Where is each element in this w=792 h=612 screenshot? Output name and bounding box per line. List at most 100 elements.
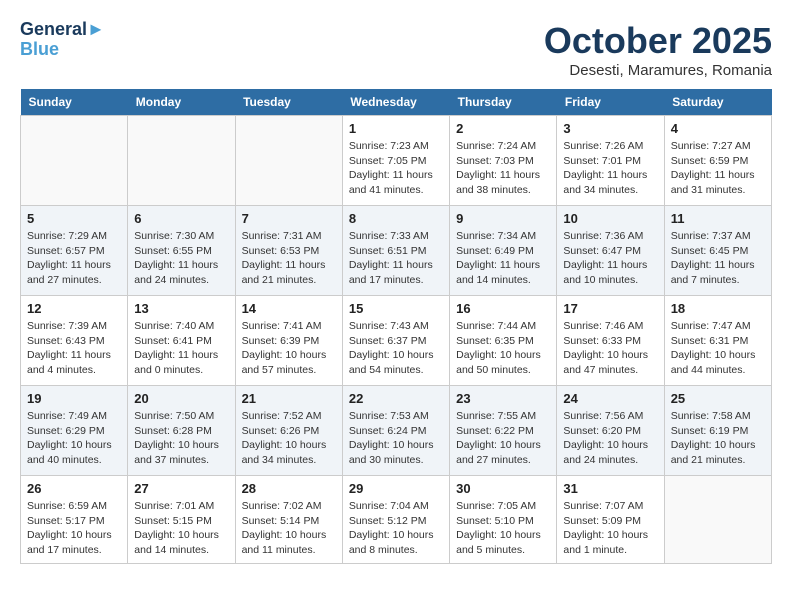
calendar-cell: 28Sunrise: 7:02 AM Sunset: 5:14 PM Dayli… xyxy=(235,476,342,564)
day-info: Sunrise: 7:52 AM Sunset: 6:26 PM Dayligh… xyxy=(242,409,336,468)
day-of-week-header: Tuesday xyxy=(235,89,342,116)
day-info: Sunrise: 7:29 AM Sunset: 6:57 PM Dayligh… xyxy=(27,229,121,288)
day-number: 23 xyxy=(456,391,550,406)
day-number: 11 xyxy=(671,211,765,226)
day-info: Sunrise: 7:53 AM Sunset: 6:24 PM Dayligh… xyxy=(349,409,443,468)
day-info: Sunrise: 7:30 AM Sunset: 6:55 PM Dayligh… xyxy=(134,229,228,288)
calendar-cell: 3 Sunrise: 7:26 AM Sunset: 7:01 PM Daylig… xyxy=(557,116,664,206)
day-info: Sunrise: 7:40 AM Sunset: 6:41 PM Dayligh… xyxy=(134,319,228,378)
calendar-cell: 26 Sunrise: 6:59 AM Sunset: 5:17 PM Dayli… xyxy=(21,476,128,564)
day-info: Sunrise: 7:31 AM Sunset: 6:53 PM Dayligh… xyxy=(242,229,336,288)
day-info: Sunrise: 7:47 AM Sunset: 6:31 PM Dayligh… xyxy=(671,319,765,378)
calendar-cell: 4Sunrise: 7:27 AM Sunset: 6:59 PM Daylig… xyxy=(664,116,771,206)
month-title: October 2025 xyxy=(544,20,772,62)
day-number: 22 xyxy=(349,391,443,406)
calendar-cell: 24Sunrise: 7:56 AM Sunset: 6:20 PM Dayli… xyxy=(557,386,664,476)
day-number: 5 xyxy=(27,211,121,226)
day-info: Sunrise: 7:27 AM Sunset: 6:59 PM Dayligh… xyxy=(671,139,765,198)
day-number: 28 xyxy=(242,481,336,496)
day-number: 1 xyxy=(349,121,443,136)
day-number: 13 xyxy=(134,301,228,316)
calendar-header-row: SundayMondayTuesdayWednesdayThursdayFrid… xyxy=(21,89,772,116)
calendar-cell: 30 Sunrise: 7:05 AM Sunset: 5:10 PM Dayli… xyxy=(450,476,557,564)
calendar-cell: 15Sunrise: 7:43 AM Sunset: 6:37 PM Dayli… xyxy=(342,296,449,386)
day-number: 12 xyxy=(27,301,121,316)
day-of-week-header: Thursday xyxy=(450,89,557,116)
day-info: Sunrise: 7:01 AM Sunset: 5:15 PM Dayligh… xyxy=(134,499,228,558)
day-number: 8 xyxy=(349,211,443,226)
calendar-cell: 17 Sunrise: 7:46 AM Sunset: 6:33 PM Dayli… xyxy=(557,296,664,386)
calendar-cell: 22 Sunrise: 7:53 AM Sunset: 6:24 PM Dayli… xyxy=(342,386,449,476)
calendar-cell xyxy=(235,116,342,206)
day-of-week-header: Wednesday xyxy=(342,89,449,116)
day-info: Sunrise: 7:37 AM Sunset: 6:45 PM Dayligh… xyxy=(671,229,765,288)
calendar-cell xyxy=(21,116,128,206)
day-info: Sunrise: 7:55 AM Sunset: 6:22 PM Dayligh… xyxy=(456,409,550,468)
calendar-week-row: 12Sunrise: 7:39 AM Sunset: 6:43 PM Dayli… xyxy=(21,296,772,386)
day-number: 15 xyxy=(349,301,443,316)
day-number: 27 xyxy=(134,481,228,496)
day-info: Sunrise: 7:36 AM Sunset: 6:47 PM Dayligh… xyxy=(563,229,657,288)
calendar-cell: 10 Sunrise: 7:36 AM Sunset: 6:47 PM Dayli… xyxy=(557,206,664,296)
day-info: Sunrise: 7:23 AM Sunset: 7:05 PM Dayligh… xyxy=(349,139,443,198)
day-number: 30 xyxy=(456,481,550,496)
calendar-cell: 5 Sunrise: 7:29 AM Sunset: 6:57 PM Daylig… xyxy=(21,206,128,296)
calendar-cell: 16Sunrise: 7:44 AM Sunset: 6:35 PM Dayli… xyxy=(450,296,557,386)
calendar-cell: 8 Sunrise: 7:33 AM Sunset: 6:51 PM Daylig… xyxy=(342,206,449,296)
day-info: Sunrise: 7:05 AM Sunset: 5:10 PM Dayligh… xyxy=(456,499,550,558)
calendar-cell: 31 Sunrise: 7:07 AM Sunset: 5:09 PM Dayli… xyxy=(557,476,664,564)
calendar-cell: 12Sunrise: 7:39 AM Sunset: 6:43 PM Dayli… xyxy=(21,296,128,386)
day-number: 26 xyxy=(27,481,121,496)
calendar-cell: 23 Sunrise: 7:55 AM Sunset: 6:22 PM Dayli… xyxy=(450,386,557,476)
day-info: Sunrise: 7:07 AM Sunset: 5:09 PM Dayligh… xyxy=(563,499,657,558)
calendar-cell: 14 Sunrise: 7:41 AM Sunset: 6:39 PM Dayli… xyxy=(235,296,342,386)
calendar-cell: 2 Sunrise: 7:24 AM Sunset: 7:03 PM Daylig… xyxy=(450,116,557,206)
day-number: 25 xyxy=(671,391,765,406)
calendar-week-row: 1 Sunrise: 7:23 AM Sunset: 7:05 PM Daylig… xyxy=(21,116,772,206)
calendar-cell: 21 Sunrise: 7:52 AM Sunset: 6:26 PM Dayli… xyxy=(235,386,342,476)
day-number: 2 xyxy=(456,121,550,136)
day-number: 3 xyxy=(563,121,657,136)
day-info: Sunrise: 7:44 AM Sunset: 6:35 PM Dayligh… xyxy=(456,319,550,378)
day-number: 24 xyxy=(563,391,657,406)
calendar-cell: 9 Sunrise: 7:34 AM Sunset: 6:49 PM Daylig… xyxy=(450,206,557,296)
day-number: 21 xyxy=(242,391,336,406)
day-info: Sunrise: 7:33 AM Sunset: 6:51 PM Dayligh… xyxy=(349,229,443,288)
calendar-week-row: 5 Sunrise: 7:29 AM Sunset: 6:57 PM Daylig… xyxy=(21,206,772,296)
title-block: October 2025 Desesti, Maramures, Romania xyxy=(544,20,772,79)
day-number: 10 xyxy=(563,211,657,226)
calendar-cell xyxy=(128,116,235,206)
calendar-cell: 18 Sunrise: 7:47 AM Sunset: 6:31 PM Dayli… xyxy=(664,296,771,386)
day-number: 7 xyxy=(242,211,336,226)
day-info: Sunrise: 7:24 AM Sunset: 7:03 PM Dayligh… xyxy=(456,139,550,198)
day-info: Sunrise: 6:59 AM Sunset: 5:17 PM Dayligh… xyxy=(27,499,121,558)
day-info: Sunrise: 7:41 AM Sunset: 6:39 PM Dayligh… xyxy=(242,319,336,378)
day-number: 20 xyxy=(134,391,228,406)
day-number: 31 xyxy=(563,481,657,496)
day-number: 6 xyxy=(134,211,228,226)
day-number: 14 xyxy=(242,301,336,316)
day-info: Sunrise: 7:26 AM Sunset: 7:01 PM Dayligh… xyxy=(563,139,657,198)
header: General► Blue October 2025 Desesti, Mara… xyxy=(20,20,772,79)
calendar-cell: 20 Sunrise: 7:50 AM Sunset: 6:28 PM Dayli… xyxy=(128,386,235,476)
calendar-week-row: 26 Sunrise: 6:59 AM Sunset: 5:17 PM Dayli… xyxy=(21,476,772,564)
day-info: Sunrise: 7:34 AM Sunset: 6:49 PM Dayligh… xyxy=(456,229,550,288)
calendar-cell: 11 Sunrise: 7:37 AM Sunset: 6:45 PM Dayli… xyxy=(664,206,771,296)
logo-text: General► Blue xyxy=(20,20,105,60)
calendar-cell: 27 Sunrise: 7:01 AM Sunset: 5:15 PM Dayli… xyxy=(128,476,235,564)
day-number: 9 xyxy=(456,211,550,226)
day-info: Sunrise: 7:50 AM Sunset: 6:28 PM Dayligh… xyxy=(134,409,228,468)
day-number: 17 xyxy=(563,301,657,316)
location: Desesti, Maramures, Romania xyxy=(544,62,772,79)
calendar-cell: 19Sunrise: 7:49 AM Sunset: 6:29 PM Dayli… xyxy=(21,386,128,476)
day-number: 18 xyxy=(671,301,765,316)
calendar-cell xyxy=(664,476,771,564)
calendar-cell: 29Sunrise: 7:04 AM Sunset: 5:12 PM Dayli… xyxy=(342,476,449,564)
day-info: Sunrise: 7:46 AM Sunset: 6:33 PM Dayligh… xyxy=(563,319,657,378)
calendar-cell: 6 Sunrise: 7:30 AM Sunset: 6:55 PM Daylig… xyxy=(128,206,235,296)
day-info: Sunrise: 7:04 AM Sunset: 5:12 PM Dayligh… xyxy=(349,499,443,558)
calendar-week-row: 19Sunrise: 7:49 AM Sunset: 6:29 PM Dayli… xyxy=(21,386,772,476)
calendar-cell: 7 Sunrise: 7:31 AM Sunset: 6:53 PM Daylig… xyxy=(235,206,342,296)
day-of-week-header: Saturday xyxy=(664,89,771,116)
day-info: Sunrise: 7:49 AM Sunset: 6:29 PM Dayligh… xyxy=(27,409,121,468)
